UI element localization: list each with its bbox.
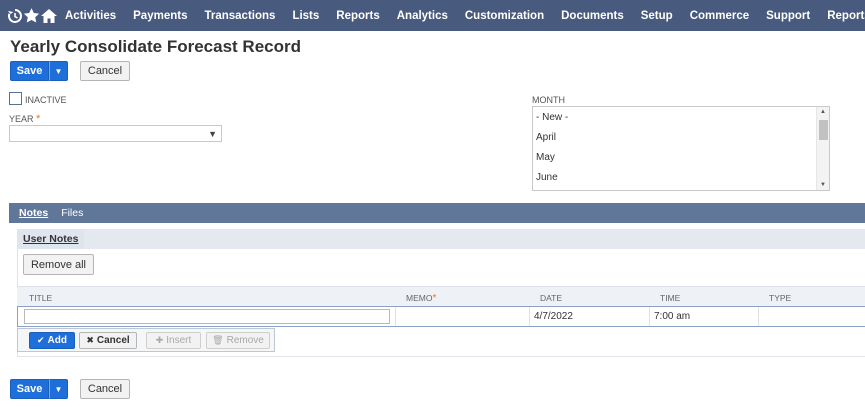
save-options-button[interactable]: ▼ [49, 61, 68, 81]
save-button[interactable]: Save [10, 61, 49, 81]
x-icon: ✖ [86, 335, 94, 345]
column-title: TITLE [29, 293, 53, 303]
notes-edit-row: 4/7/2022 7:00 am [17, 306, 865, 327]
remove-button[interactable]: 🗑 Remove [206, 332, 270, 349]
column-memo: MEMO* [406, 293, 436, 304]
bottom-save-button[interactable]: Save [10, 379, 49, 399]
nav-item-lists[interactable]: Lists [292, 10, 319, 22]
memo-cell[interactable] [396, 307, 530, 326]
insert-button[interactable]: ✚ Insert [146, 332, 201, 349]
nav-item-customization[interactable]: Customization [465, 10, 544, 22]
nav-item-reports[interactable]: Reports [336, 10, 379, 22]
remove-all-button[interactable]: Remove all [23, 254, 94, 275]
nav-item-reports-2[interactable]: Reports [827, 10, 865, 22]
inactive-label: INACTIVE [25, 95, 67, 105]
bottom-save-button-group: Save ▼ [10, 379, 68, 399]
column-type: TYPE [769, 293, 792, 303]
month-option[interactable]: May [536, 152, 555, 163]
row-cancel-button[interactable]: ✖ Cancel [79, 332, 137, 349]
scroll-down-icon[interactable]: ▼ [820, 182, 826, 188]
nav-item-analytics[interactable]: Analytics [397, 10, 448, 22]
checkmark-icon: ✔ [37, 335, 45, 345]
dropdown-arrow-icon: ▼ [208, 129, 217, 139]
subtab-bar: Notes Files [9, 203, 865, 223]
home-icon[interactable] [40, 0, 58, 31]
scroll-thumb[interactable] [819, 120, 828, 140]
recent-icon[interactable] [7, 0, 23, 31]
year-label: YEAR * [9, 113, 40, 125]
star-icon[interactable] [23, 0, 40, 31]
notes-grid-header: TITLE MEMO* DATE TIME TYPE [17, 286, 865, 306]
scroll-up-icon[interactable]: ▲ [820, 109, 826, 115]
tab-files[interactable]: Files [61, 207, 83, 219]
add-button[interactable]: ✔ Add [29, 332, 75, 349]
dropdown-arrow-icon: ▼ [54, 384, 63, 394]
type-cell[interactable] [759, 307, 865, 326]
inactive-checkbox[interactable] [9, 92, 22, 105]
title-input[interactable] [24, 309, 390, 324]
save-button-group: Save ▼ [10, 61, 68, 81]
nav-item-support[interactable]: Support [766, 10, 810, 22]
month-listbox[interactable]: - New - April May June ▲ ▼ [532, 106, 830, 191]
nav-menu: Activities Payments Transactions Lists R… [65, 10, 865, 22]
trash-icon: 🗑 [212, 335, 224, 345]
month-option[interactable]: April [536, 132, 556, 143]
dropdown-arrow-icon: ▼ [54, 66, 63, 76]
tab-user-notes[interactable]: User Notes [17, 229, 85, 249]
plus-icon: ✚ [155, 335, 164, 345]
cancel-button[interactable]: Cancel [80, 61, 130, 81]
row-action-bar: ✔ Add ✖ Cancel ✚ Insert 🗑 Remove [17, 328, 275, 352]
required-indicator: * [36, 113, 41, 125]
bottom-save-options-button[interactable]: ▼ [49, 379, 68, 399]
nav-item-payments[interactable]: Payments [133, 10, 187, 22]
nav-item-activities[interactable]: Activities [65, 10, 116, 22]
date-cell[interactable]: 4/7/2022 [530, 307, 650, 326]
bottom-cancel-button[interactable]: Cancel [80, 379, 130, 399]
year-select[interactable]: ▼ [9, 125, 222, 142]
column-time: TIME [660, 293, 681, 303]
nav-item-transactions[interactable]: Transactions [204, 10, 275, 22]
month-option[interactable]: - New - [536, 112, 568, 123]
year-label-text: YEAR [9, 114, 34, 124]
insert-button-label: Insert [166, 335, 192, 346]
nav-item-commerce[interactable]: Commerce [690, 10, 749, 22]
title-cell [18, 307, 396, 326]
tab-notes[interactable]: Notes [19, 207, 48, 219]
column-memo-text: MEMO [406, 293, 433, 303]
row-cancel-label: Cancel [96, 335, 130, 346]
required-indicator: * [432, 293, 437, 304]
user-notes-header: User Notes [17, 229, 865, 249]
nav-item-setup[interactable]: Setup [641, 10, 673, 22]
remove-button-label: Remove [226, 335, 264, 346]
nav-item-documents[interactable]: Documents [561, 10, 624, 22]
add-button-label: Add [47, 335, 67, 346]
column-date: DATE [540, 293, 563, 303]
month-label: MONTH [532, 95, 565, 105]
page-title: Yearly Consolidate Forecast Record [10, 37, 301, 56]
month-scrollbar[interactable]: ▲ ▼ [816, 107, 829, 190]
top-navigation: Activities Payments Transactions Lists R… [0, 0, 865, 31]
month-option[interactable]: June [536, 172, 558, 183]
time-cell[interactable]: 7:00 am [650, 307, 759, 326]
